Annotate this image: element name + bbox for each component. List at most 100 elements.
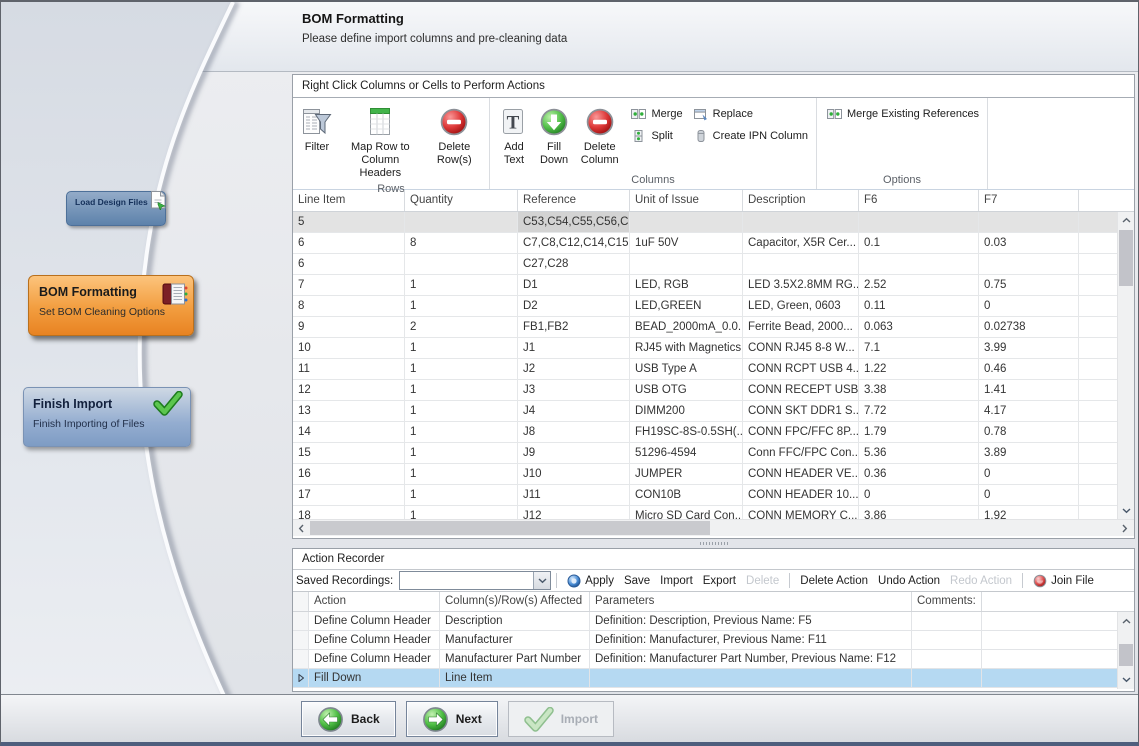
bom-cell[interactable] — [743, 212, 859, 232]
bom-cell[interactable]: 1 — [405, 401, 518, 421]
scroll-left-button[interactable] — [293, 520, 309, 536]
action-cell[interactable] — [912, 650, 982, 668]
bom-cell[interactable]: C7,C8,C12,C14,C15,... — [518, 233, 630, 253]
row-header[interactable] — [293, 612, 309, 630]
bom-cell[interactable]: 13 — [293, 401, 405, 421]
bom-cell[interactable] — [979, 254, 1079, 274]
bom-cell[interactable]: 9 — [293, 317, 405, 337]
row-header[interactable] — [293, 631, 309, 649]
bom-cell[interactable] — [630, 212, 743, 232]
bom-cell[interactable] — [859, 212, 979, 232]
scroll-up-button[interactable] — [1118, 613, 1134, 629]
join-file-button[interactable]: Join File — [1028, 574, 1099, 588]
bom-cell[interactable]: LED, RGB — [630, 275, 743, 295]
bom-cell[interactable]: C27,C28 — [518, 254, 630, 274]
bom-cell[interactable]: 1 — [405, 296, 518, 316]
action-cell[interactable]: Manufacturer Part Number — [440, 650, 590, 668]
bom-cell[interactable]: Capacitor, X5R Cer... — [743, 233, 859, 253]
fill-down-button[interactable]: Fill Down — [534, 101, 574, 173]
action-cell[interactable]: Manufacturer — [440, 631, 590, 649]
action-cell[interactable] — [912, 631, 982, 649]
bom-cell[interactable]: Micro SD Card Con... — [630, 506, 743, 519]
bom-cell[interactable]: 2 — [405, 317, 518, 337]
scroll-up-button[interactable] — [1118, 212, 1134, 228]
action-column-header[interactable]: Action — [309, 592, 440, 611]
bom-cell[interactable]: CONN SKT DDR1 S... — [743, 401, 859, 421]
replace-button[interactable]: Replace — [693, 107, 808, 121]
bom-column-header[interactable]: Quantity — [405, 190, 518, 211]
bom-cell[interactable]: 0.1 — [859, 233, 979, 253]
bom-cell[interactable]: 11 — [293, 359, 405, 379]
horizontal-scrollbar[interactable] — [293, 519, 1134, 536]
bom-cell[interactable] — [979, 212, 1079, 232]
next-button[interactable]: Next — [406, 701, 498, 737]
bom-cell[interactable]: 0.75 — [979, 275, 1079, 295]
bom-cell[interactable]: J10 — [518, 464, 630, 484]
bom-cell[interactable]: RJ45 with Magnetics — [630, 338, 743, 358]
bom-cell[interactable]: J2 — [518, 359, 630, 379]
bom-column-header[interactable]: Description — [743, 190, 859, 211]
bom-cell[interactable]: 5 — [293, 212, 405, 232]
bom-cell[interactable]: LED, Green, 0603 — [743, 296, 859, 316]
bom-cell[interactable]: 6 — [293, 233, 405, 253]
bom-cell[interactable] — [405, 212, 518, 232]
bom-cell[interactable]: 1.92 — [979, 506, 1079, 519]
bom-cell[interactable]: 1 — [405, 464, 518, 484]
bom-cell[interactable]: 1 — [405, 422, 518, 442]
bom-cell[interactable]: 7.72 — [859, 401, 979, 421]
bom-column-header[interactable]: Unit of Issue — [630, 190, 743, 211]
bom-cell[interactable]: J11 — [518, 485, 630, 505]
bom-cell[interactable]: CONN RECEPT USB... — [743, 380, 859, 400]
bom-cell[interactable]: CONN MEMORY C... — [743, 506, 859, 519]
map-row-to-column-headers-button[interactable]: Map Row to Column Headers — [337, 101, 424, 182]
bom-cell[interactable]: 3.38 — [859, 380, 979, 400]
bom-cell[interactable]: Ferrite Bead, 2000... — [743, 317, 859, 337]
bom-cell[interactable]: CON10B — [630, 485, 743, 505]
bom-cell[interactable]: J3 — [518, 380, 630, 400]
split-button[interactable]: Split — [631, 129, 682, 143]
scroll-down-button[interactable] — [1118, 672, 1134, 688]
action-cell[interactable] — [912, 669, 982, 687]
bom-cell[interactable]: 1.41 — [979, 380, 1079, 400]
action-cell[interactable]: Fill Down — [309, 669, 440, 687]
step-bom-formatting[interactable]: BOM Formatting Set BOM Cleaning Options — [28, 275, 194, 336]
bom-cell[interactable]: 0 — [979, 464, 1079, 484]
bom-cell[interactable]: USB OTG — [630, 380, 743, 400]
bom-cell[interactable]: 2.52 — [859, 275, 979, 295]
bom-cell[interactable]: CONN HEADER VE... — [743, 464, 859, 484]
bom-cell[interactable]: C53,C54,C55,C56,C... — [518, 212, 630, 232]
scroll-thumb[interactable] — [1119, 230, 1133, 286]
bom-cell[interactable]: FH19SC-8S-0.5SH(... — [630, 422, 743, 442]
bom-cell[interactable]: 3.89 — [979, 443, 1079, 463]
bom-cell[interactable]: FB1,FB2 — [518, 317, 630, 337]
bom-cell[interactable]: Conn FFC/FPC Con... — [743, 443, 859, 463]
bom-cell[interactable]: 12 — [293, 380, 405, 400]
bom-cell[interactable]: 0.02738 — [979, 317, 1079, 337]
bom-cell[interactable]: J8 — [518, 422, 630, 442]
apply-button[interactable]: Apply — [562, 574, 619, 588]
bom-cell[interactable]: 16 — [293, 464, 405, 484]
scroll-right-button[interactable] — [1117, 520, 1133, 536]
bom-cell[interactable]: CONN RCPT USB 4... — [743, 359, 859, 379]
bom-cell[interactable]: 18 — [293, 506, 405, 519]
bom-column-header[interactable]: F7 — [979, 190, 1079, 211]
action-cell[interactable]: Description — [440, 612, 590, 630]
bom-cell[interactable]: 15 — [293, 443, 405, 463]
export-button[interactable]: Export — [698, 575, 741, 587]
bom-cell[interactable]: 1 — [405, 275, 518, 295]
bom-cell[interactable]: 1 — [405, 380, 518, 400]
bom-cell[interactable]: 1.22 — [859, 359, 979, 379]
action-column-header[interactable]: Parameters — [590, 592, 912, 611]
chevron-down-icon[interactable] — [533, 572, 550, 589]
bom-column-header[interactable]: Line Item — [293, 190, 405, 211]
panel-splitter[interactable] — [292, 539, 1135, 548]
bom-cell[interactable]: DIMM200 — [630, 401, 743, 421]
action-cell[interactable] — [912, 612, 982, 630]
bom-cell[interactable]: LED 3.5X2.8MM RG... — [743, 275, 859, 295]
row-header[interactable] — [293, 650, 309, 668]
merge-button[interactable]: Merge — [631, 107, 682, 121]
bom-cell[interactable]: 0 — [979, 296, 1079, 316]
bom-cell[interactable]: 51296-4594 — [630, 443, 743, 463]
bom-cell[interactable]: 0.78 — [979, 422, 1079, 442]
delete-action-button[interactable]: Delete Action — [795, 575, 873, 587]
